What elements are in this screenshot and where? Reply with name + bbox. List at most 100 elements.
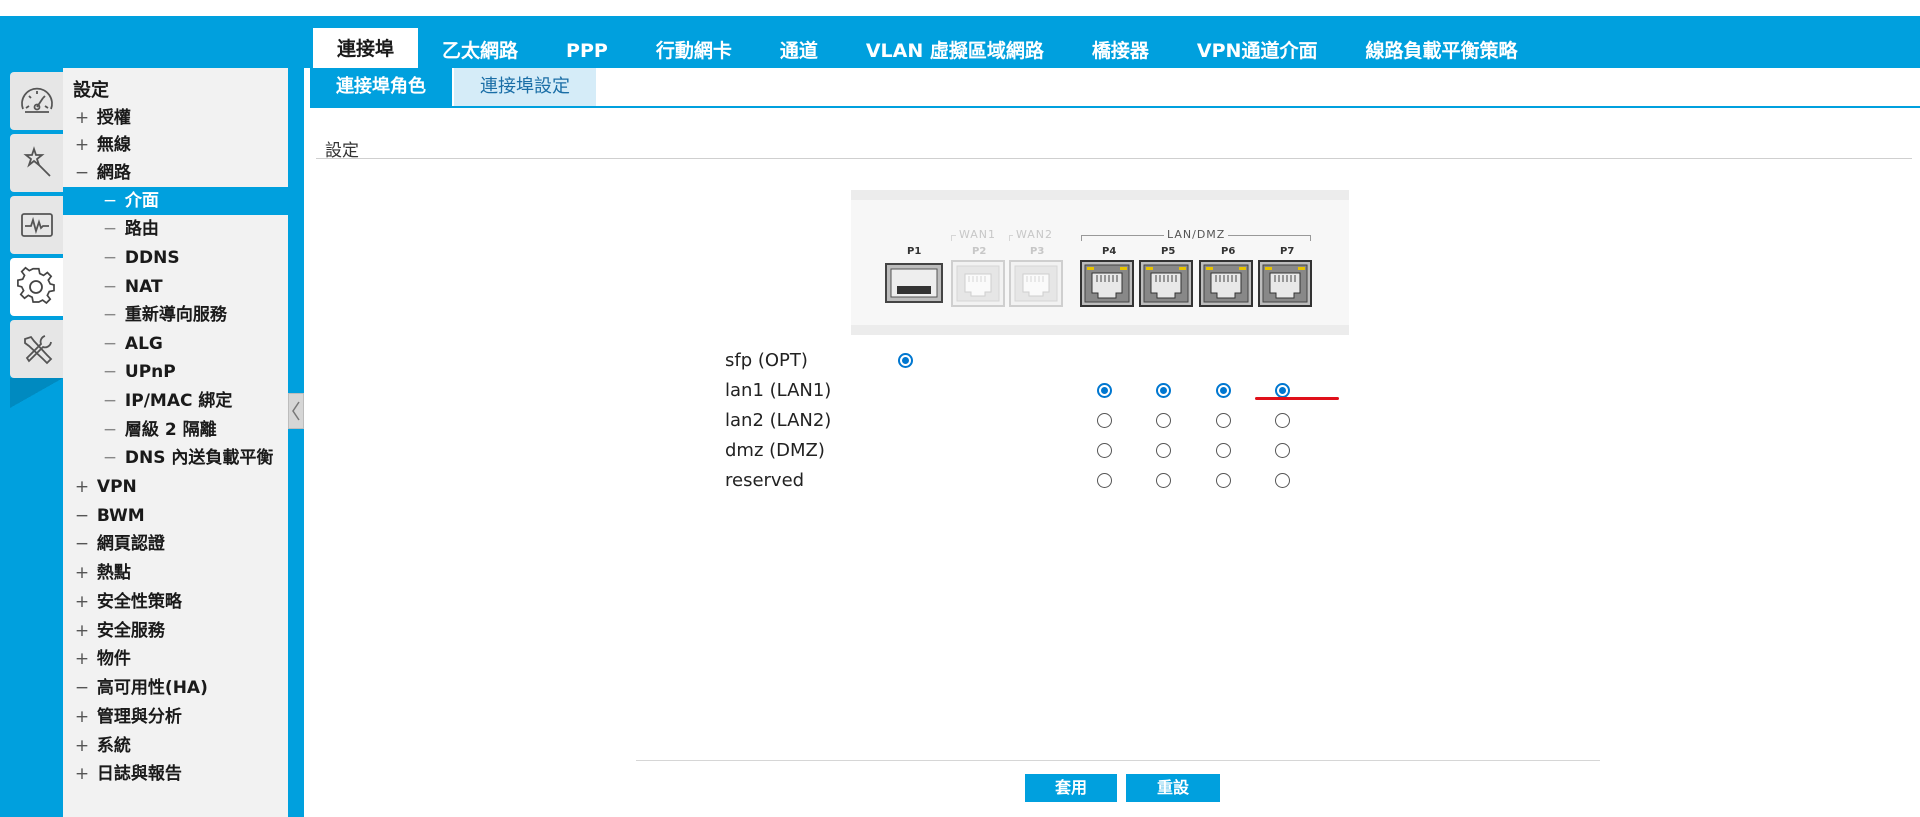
rail-dashboard-button[interactable] — [10, 72, 63, 130]
expand-icon[interactable]: + — [73, 760, 91, 788]
expand-icon[interactable]: + — [73, 104, 91, 132]
sidebar-item-label: VPN — [96, 477, 137, 497]
sidebar-item-vpn[interactable]: + VPN — [63, 473, 288, 501]
wan2-group-label: WAN2 — [1013, 228, 1057, 241]
sidebar-item-interface[interactable]: − 介面 — [63, 187, 288, 215]
leaf-dash-icon: − — [102, 219, 118, 239]
subtab-port-role[interactable]: 連接埠角色 — [310, 68, 452, 106]
radio-dmz-p4[interactable] — [1097, 443, 1112, 458]
ethernet-port-disabled-icon — [1009, 260, 1063, 307]
sidebar-item-licensing[interactable]: + 授權 — [63, 104, 288, 132]
sidebar-item-label: 管理與分析 — [96, 707, 182, 727]
expand-icon[interactable]: + — [73, 617, 91, 645]
radio-reserved-p4[interactable] — [1097, 473, 1112, 488]
footer-divider — [636, 760, 1600, 761]
radio-reserved-p7[interactable] — [1275, 473, 1290, 488]
radio-lan1-p7[interactable] — [1275, 383, 1290, 398]
leaf-dash-icon: − — [74, 534, 90, 554]
radio-lan1-p5[interactable] — [1156, 383, 1171, 398]
sidebar-collapse-button[interactable] — [288, 393, 304, 429]
collapse-icon[interactable]: − — [73, 159, 91, 187]
sidebar-item-label: 介面 — [124, 191, 159, 211]
radio-lan1-p6[interactable] — [1216, 383, 1231, 398]
sidebar-item-wireless[interactable]: + 無線 — [63, 131, 288, 159]
role-label-dmz: dmz (DMZ) — [725, 440, 825, 461]
sidebar-item-management-analytics[interactable]: + 管理與分析 — [63, 703, 288, 731]
dashboard-gauge-icon — [20, 87, 53, 113]
radio-reserved-p5[interactable] — [1156, 473, 1171, 488]
chevron-left-icon — [292, 401, 300, 421]
tab-vlan[interactable]: VLAN 虛擬區域網路 — [842, 28, 1068, 68]
port-label-p1: P1 — [907, 246, 922, 257]
leaf-dash-icon: − — [102, 420, 118, 440]
sidebar-item-label: 安全性策略 — [96, 592, 182, 612]
sidebar-item-label: NAT — [124, 277, 163, 297]
sidebar-item-label: 網頁認證 — [96, 534, 165, 554]
reset-button[interactable]: 重設 — [1126, 774, 1220, 802]
expand-icon[interactable]: + — [73, 131, 91, 159]
tab-ppp[interactable]: PPP — [542, 28, 632, 68]
radio-dmz-p5[interactable] — [1156, 443, 1171, 458]
radio-lan1-p4[interactable] — [1097, 383, 1112, 398]
sidebar-item-security-policy[interactable]: + 安全性策略 — [63, 588, 288, 616]
tab-trunk[interactable]: 線路負載平衡策略 — [1341, 28, 1541, 68]
sidebar-item-ip-mac-binding[interactable]: − IP/MAC 綁定 — [63, 387, 288, 415]
rail-maintenance-button[interactable] — [10, 320, 63, 378]
sidebar-item-upnp[interactable]: − UPnP — [63, 358, 288, 386]
sidebar-item-label: UPnP — [124, 362, 176, 382]
rail-quick-setup-button[interactable] — [10, 134, 63, 192]
radio-lan2-p6[interactable] — [1216, 413, 1231, 428]
sidebar-nav: 設定 + 授權 + 無線 − 網路 − 介面 − 路由 − DDNS − NAT… — [63, 68, 288, 817]
expand-icon[interactable]: + — [73, 559, 91, 587]
sidebar-item-web-authentication[interactable]: − 網頁認證 — [63, 530, 288, 558]
section-divider — [316, 158, 1912, 159]
tab-ethernet[interactable]: 乙太網路 — [418, 28, 542, 68]
tab-tunnel[interactable]: 通道 — [756, 28, 842, 68]
sidebar-item-dns-inbound-lb[interactable]: − DNS 內送負載平衡 — [63, 444, 288, 472]
tab-ports[interactable]: 連接埠 — [313, 28, 419, 68]
expand-icon[interactable]: + — [73, 588, 91, 616]
sidebar-item-routing[interactable]: − 路由 — [63, 215, 288, 243]
radio-lan2-p7[interactable] — [1275, 413, 1290, 428]
apply-button[interactable]: 套用 — [1025, 774, 1117, 802]
sidebar-item-alg[interactable]: − ALG — [63, 330, 288, 358]
sidebar-item-layer2-isolation[interactable]: − 層級 2 隔離 — [63, 416, 288, 444]
radio-lan2-p4[interactable] — [1097, 413, 1112, 428]
sidebar-item-redirect-service[interactable]: − 重新導向服務 — [63, 301, 288, 329]
sidebar-item-ddns[interactable]: − DDNS — [63, 244, 288, 272]
role-label-reserved: reserved — [725, 470, 805, 491]
radio-dmz-p7[interactable] — [1275, 443, 1290, 458]
sidebar-item-object[interactable]: + 物件 — [63, 645, 288, 673]
radio-dmz-p6[interactable] — [1216, 443, 1231, 458]
ethernet-port-icon — [1139, 260, 1193, 307]
port-label-p5: P5 — [1161, 246, 1176, 257]
tab-vpn-tunnel-interface[interactable]: VPN通道介面 — [1173, 28, 1342, 68]
rail-monitor-button[interactable] — [10, 196, 63, 254]
tab-bridge[interactable]: 橋接器 — [1068, 28, 1173, 68]
sidebar-item-label: 安全服務 — [96, 621, 165, 641]
ethernet-port-icon — [1080, 260, 1134, 307]
sidebar-item-nat[interactable]: − NAT — [63, 273, 288, 301]
sidebar-item-label: 授權 — [96, 108, 131, 128]
sidebar-item-label: 高可用性(HA) — [96, 678, 208, 698]
sidebar-item-system[interactable]: + 系統 — [63, 732, 288, 760]
expand-icon[interactable]: + — [73, 473, 91, 501]
expand-icon[interactable]: + — [73, 703, 91, 731]
radio-lan2-p5[interactable] — [1156, 413, 1171, 428]
sidebar-item-security-service[interactable]: + 安全服務 — [63, 617, 288, 645]
radio-sfp-p1[interactable] — [898, 353, 913, 368]
radio-reserved-p6[interactable] — [1216, 473, 1231, 488]
expand-icon[interactable]: + — [73, 645, 91, 673]
sidebar-item-bwm[interactable]: − BWM — [63, 502, 288, 530]
sidebar-item-network[interactable]: − 網路 — [63, 159, 288, 187]
ethernet-port-disabled-icon — [951, 260, 1005, 307]
tab-cellular[interactable]: 行動網卡 — [632, 28, 756, 68]
ethernet-port-icon — [1258, 260, 1312, 307]
rail-configuration-button[interactable] — [10, 258, 63, 316]
subtab-port-settings[interactable]: 連接埠設定 — [454, 68, 596, 106]
leaf-dash-icon: − — [102, 362, 118, 382]
sidebar-item-hotspot[interactable]: + 熱點 — [63, 559, 288, 587]
sidebar-item-high-availability[interactable]: − 高可用性(HA) — [63, 674, 288, 702]
sidebar-item-log-report[interactable]: + 日誌與報告 — [63, 760, 288, 788]
expand-icon[interactable]: + — [73, 732, 91, 760]
